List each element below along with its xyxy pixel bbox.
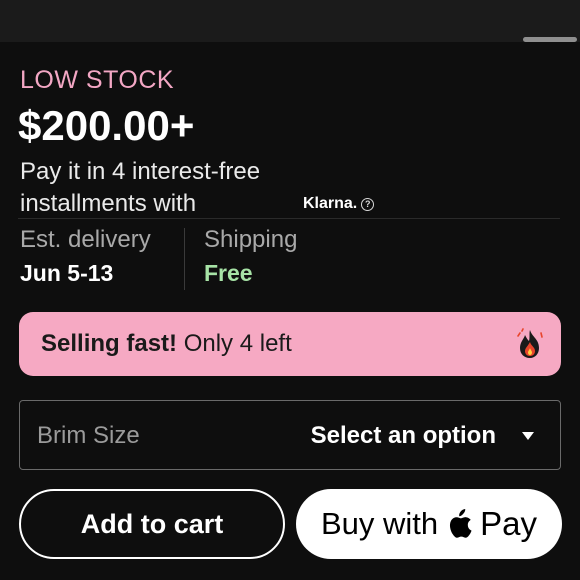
klarna-link[interactable]: Klarna. ? [303, 195, 375, 213]
installments-line-1: Pay it in 4 interest-free [20, 158, 261, 185]
apple-pay-button[interactable]: Buy with Pay [296, 489, 562, 559]
installments-info: Pay it in 4 interest-free installments w… [20, 156, 260, 220]
fire-icon [517, 328, 543, 358]
select-label: Brim Size [37, 422, 140, 449]
shipping-value: Free [204, 260, 253, 286]
product-purchase-panel: LOW STOCK $200.00+ Pay it in 4 interest-… [0, 0, 580, 580]
selling-fast-text: Selling fast! Only 4 left [41, 330, 292, 358]
chevron-down-icon [522, 432, 534, 440]
add-to-cart-button[interactable]: Add to cart [19, 489, 285, 559]
apple-pay-suffix: Pay [480, 505, 538, 542]
installments-line-2: installments with [20, 190, 197, 217]
klarna-logo: Klarna. [303, 195, 358, 212]
top-bar [0, 0, 580, 42]
drag-handle[interactable] [523, 37, 577, 42]
divider [18, 218, 560, 219]
select-value: Select an option [310, 422, 496, 449]
low-stock-label: LOW STOCK [20, 66, 175, 94]
selling-fast-banner: Selling fast! Only 4 left [19, 312, 561, 376]
help-icon[interactable]: ? [361, 197, 375, 211]
price: $200.00+ [18, 102, 195, 149]
apple-pay-prefix: Buy with [320, 506, 439, 541]
delivery-label: Est. delivery [20, 226, 151, 253]
apple-logo-icon [450, 509, 472, 538]
selling-fast-count: Only 4 left [183, 330, 292, 357]
brim-size-select[interactable]: Brim Size Select an option [19, 400, 561, 470]
shipping-label: Shipping [204, 226, 298, 253]
delivery-date: Jun 5-13 [20, 260, 114, 286]
vertical-divider [184, 228, 185, 290]
selling-fast-strong: Selling fast! [41, 330, 178, 357]
